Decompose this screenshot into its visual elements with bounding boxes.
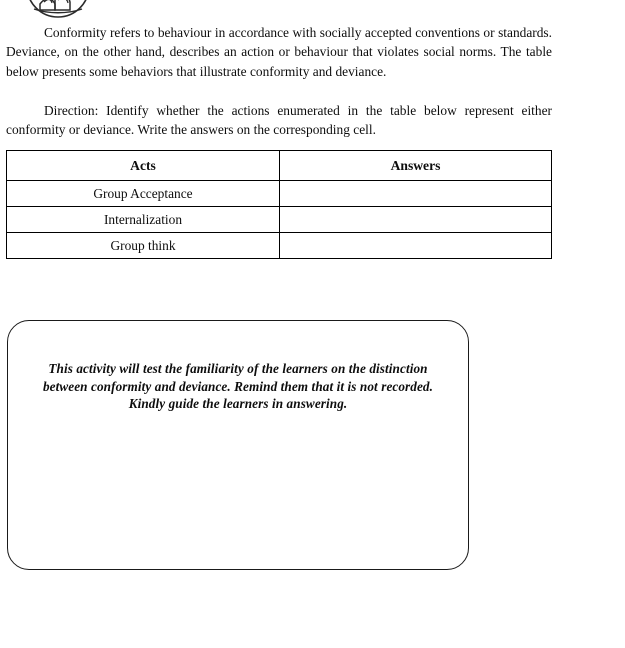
teacher-note-text: This activity will test the familiarity … xyxy=(42,361,434,412)
intro-paragraph: Conformity refers to behaviour in accord… xyxy=(6,25,552,79)
direction-paragraph: Direction: Identify whether the actions … xyxy=(6,103,552,138)
table-row: Group Acceptance xyxy=(6,180,552,207)
column-header-acts: Acts xyxy=(6,150,280,181)
acts-answers-table: Acts Answers Group Acceptance Internaliz… xyxy=(6,150,552,259)
teacher-note-box: This activity will test the familiarity … xyxy=(7,320,469,570)
answer-cell[interactable] xyxy=(279,206,552,233)
table-row: Group think xyxy=(6,232,552,259)
table-header-row: Acts Answers xyxy=(6,150,552,181)
top-clipped-illustration xyxy=(22,0,94,18)
table-row: Internalization xyxy=(6,206,552,233)
act-cell: Internalization xyxy=(6,206,280,233)
act-cell: Group Acceptance xyxy=(6,180,280,207)
act-cell: Group think xyxy=(6,232,280,259)
column-header-answers: Answers xyxy=(279,150,552,181)
answer-cell[interactable] xyxy=(279,180,552,207)
answer-cell[interactable] xyxy=(279,232,552,259)
